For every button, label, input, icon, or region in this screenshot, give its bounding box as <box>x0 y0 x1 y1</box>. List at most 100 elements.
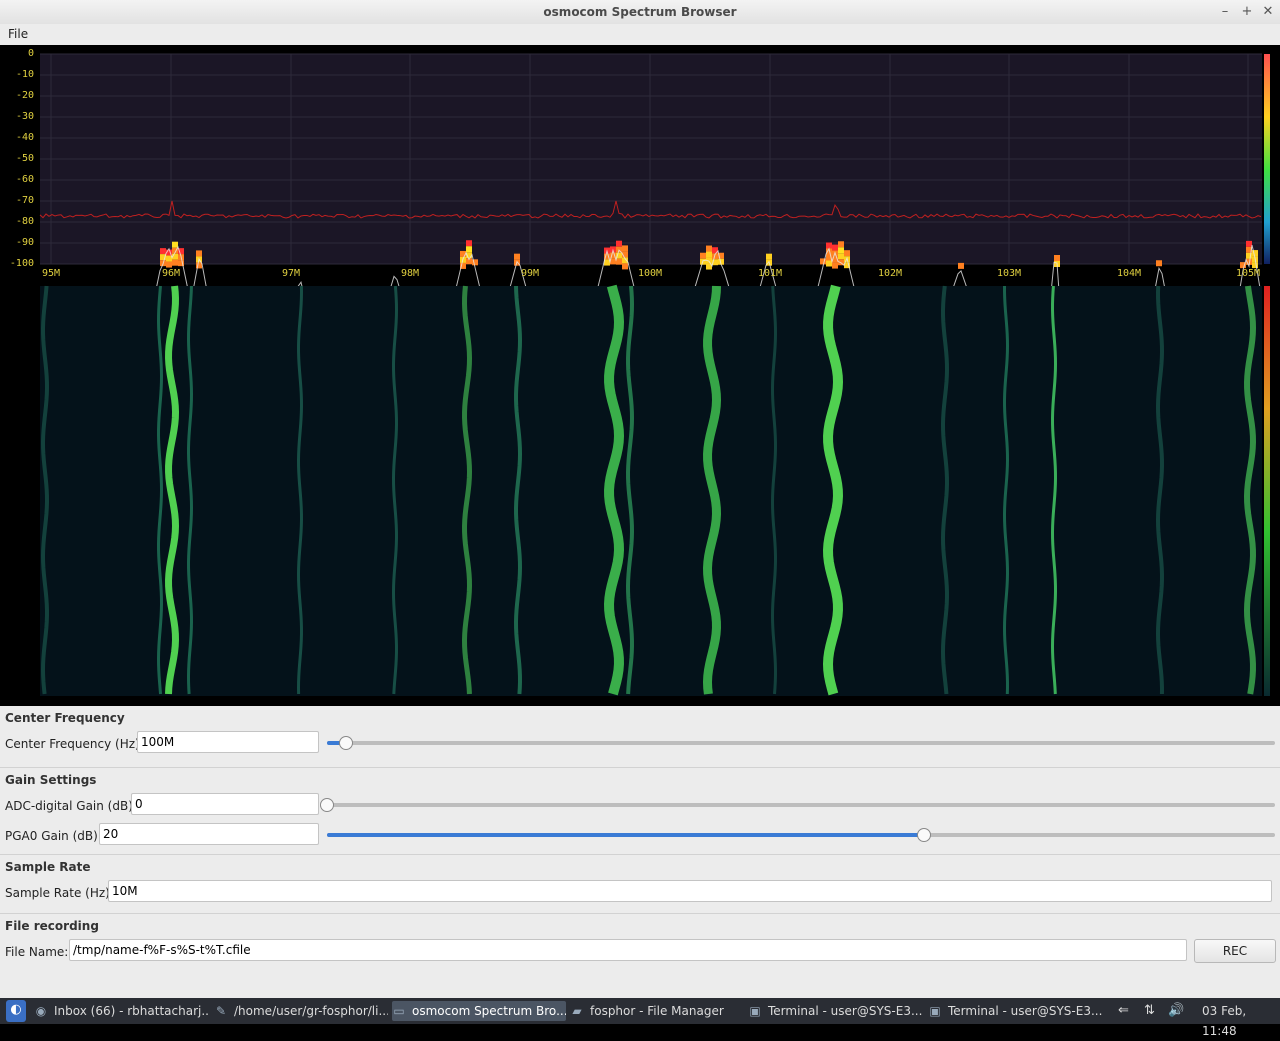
divider <box>0 767 1280 768</box>
spectrum-cell <box>826 242 832 249</box>
folder-icon: ▰ <box>572 1004 582 1018</box>
center-frequency-input[interactable]: 100M <box>137 731 319 753</box>
pga-gain-slider[interactable] <box>327 828 1275 842</box>
spectrum-cell <box>838 241 844 248</box>
spectrum-cell <box>766 253 772 260</box>
y-tick-label: -80 <box>15 216 34 227</box>
y-tick-label: -60 <box>15 174 34 185</box>
file-recording-section: File recording <box>5 919 99 933</box>
spectrum-cell <box>844 250 850 257</box>
center-frequency-slider[interactable] <box>327 736 1275 750</box>
adc-gain-input[interactable]: 0 <box>131 793 319 815</box>
file-name-label: File Name: <box>5 945 69 959</box>
spectrum-cell <box>166 261 172 268</box>
editor-icon: ✎ <box>215 1004 227 1018</box>
x-tick-label: 103M <box>996 268 1022 279</box>
chrome-icon: ◉ <box>35 1004 47 1018</box>
adc-gain-slider-handle[interactable] <box>320 798 334 812</box>
spectrum-cell <box>622 263 628 270</box>
x-tick-label: 100M <box>637 268 663 279</box>
y-tick-label: -10 <box>15 69 34 80</box>
menu-file[interactable]: File <box>8 27 28 41</box>
window-titlebar: osmocom Spectrum Browser – + ✕ <box>0 0 1280 25</box>
spectrum-cell <box>826 260 832 267</box>
spectrum-cell <box>466 246 472 253</box>
spectrum-cell <box>196 250 202 257</box>
task-inbox[interactable]: ◉ Inbox (66) - rbhattacharj... <box>34 1001 210 1021</box>
spectrum-cell <box>172 259 178 266</box>
spectrum-cell <box>160 248 166 255</box>
x-tick-label: 98M <box>400 268 420 279</box>
y-tick-label: -100 <box>9 258 34 269</box>
y-tick-label: 0 <box>27 48 34 59</box>
center-frequency-section: Center Frequency <box>5 711 125 725</box>
spectrum-cell <box>706 251 712 258</box>
window-icon: ▭ <box>393 1004 405 1018</box>
spectrum-cell <box>832 262 838 269</box>
pga-gain-input[interactable]: 20 <box>99 823 319 845</box>
x-tick-label: 101M <box>757 268 783 279</box>
network-icon[interactable]: ⇐ <box>1118 1001 1129 1021</box>
adc-gain-label: ADC-digital Gain (dB): <box>5 799 137 813</box>
file-name-input[interactable]: /tmp/name-f%F-s%S-t%T.cfile <box>69 939 1187 961</box>
spectrum-cell <box>616 258 622 265</box>
task-file-manager[interactable]: ▰ fosphor - File Manager <box>570 1001 744 1021</box>
waterfall-area <box>40 286 1262 696</box>
spectrum-display: 0 -10 -20 -30 -40 -50 -60 -70 -80 -90 -100 95M 96M 9… <box>0 45 1280 706</box>
spectrum-cell <box>1246 240 1252 247</box>
spectrum-cell <box>172 241 178 248</box>
spectrum-cell <box>1156 260 1162 267</box>
center-frequency-slider-handle[interactable] <box>338 736 353 750</box>
spectrum-cell <box>838 253 844 260</box>
close-icon[interactable]: ✕ <box>1258 3 1278 21</box>
y-tick-label: -70 <box>15 195 34 206</box>
x-tick-label: 99M <box>520 268 540 279</box>
center-frequency-label: Center Frequency (Hz): <box>5 737 144 751</box>
adc-gain-slider[interactable] <box>320 798 1275 812</box>
y-tick-label: -30 <box>15 111 34 122</box>
spectrum-colorbar <box>1264 54 1270 264</box>
sample-rate-input[interactable]: 10M <box>108 880 1272 902</box>
y-tick-label: -20 <box>15 90 34 101</box>
volume-icon[interactable]: 🔊 <box>1168 1001 1184 1021</box>
spectrum-cell <box>1054 255 1060 261</box>
terminal-icon: ▣ <box>749 1004 761 1018</box>
taskbar: ◐ ◉ Inbox (66) - rbhattacharj... ✎/home/u… <box>0 998 1280 1038</box>
task-terminal-1[interactable]: ▣ Terminal - user@SYS-E3... <box>748 1001 924 1021</box>
maximize-icon[interactable]: + <box>1237 3 1257 21</box>
spectrum-cell <box>514 253 520 260</box>
rec-button[interactable]: REC <box>1194 939 1276 963</box>
x-tick-label: 102M <box>877 268 903 279</box>
spectrum-cell <box>838 247 844 254</box>
y-tick-label: -90 <box>15 237 34 248</box>
transfer-icon[interactable]: ⇅ <box>1144 1001 1155 1021</box>
x-tick-label: 95M <box>41 268 61 279</box>
window-title: osmocom Spectrum Browser <box>543 5 737 19</box>
x-tick-label: 96M <box>161 268 181 279</box>
app-menu-icon[interactable]: ◐ <box>6 1000 26 1022</box>
spectrum-cell <box>616 240 622 247</box>
y-tick-label: -50 <box>15 153 34 164</box>
task-terminal-2[interactable]: ▣ Terminal - user@SYS-E3... <box>928 1001 1104 1021</box>
pga-gain-label: PGA0 Gain (dB): <box>5 829 102 843</box>
waterfall-colorbar <box>1264 286 1270 696</box>
x-tick-label: 105M <box>1235 268 1261 279</box>
x-tick-label: 97M <box>281 268 301 279</box>
spectrum-cell <box>832 244 838 251</box>
clock: 03 Feb, 11:48 <box>1202 1004 1247 1038</box>
terminal-icon: ▣ <box>929 1004 941 1018</box>
spectrum-cell <box>622 245 628 252</box>
spectrum-cell <box>466 240 472 247</box>
divider <box>0 854 1280 855</box>
sample-rate-label: Sample Rate (Hz): <box>5 886 114 900</box>
y-tick-label: -40 <box>15 132 34 143</box>
minimize-icon[interactable]: – <box>1215 3 1235 21</box>
spectrum-svg <box>39 53 1270 696</box>
x-tick-label: 104M <box>1116 268 1142 279</box>
spectrum-cell <box>706 245 712 252</box>
divider <box>0 913 1280 914</box>
spectrum-cell <box>700 252 706 259</box>
sample-rate-section: Sample Rate <box>5 860 91 874</box>
task-spectrum-browser[interactable]: ▭ osmocom Spectrum Bro... <box>392 1001 566 1021</box>
task-editor[interactable]: ✎/home/user/gr-fosphor/li... <box>214 1001 388 1021</box>
